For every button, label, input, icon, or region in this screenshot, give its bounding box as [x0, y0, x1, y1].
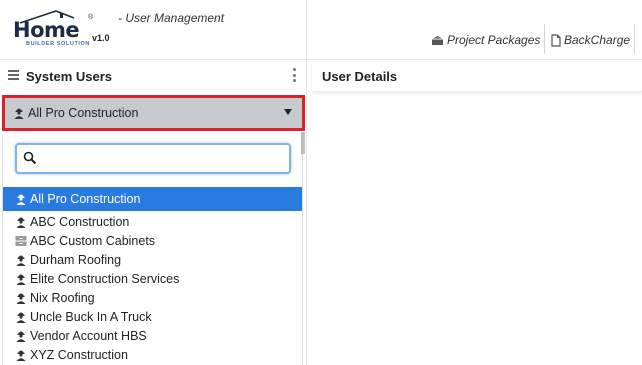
- panel-header: System Users: [0, 60, 307, 92]
- search-box: [15, 143, 291, 174]
- option-label: XYZ Construction: [30, 347, 128, 362]
- option-label: Elite Construction Services: [30, 271, 180, 286]
- logo-registered-mark: ®: [88, 14, 94, 21]
- option-label: ABC Construction: [30, 214, 130, 229]
- app-logo[interactable]: Home ® BUILDER SOLUTION v1.0: [12, 10, 112, 50]
- project-packages-link[interactable]: Project Packages: [431, 32, 540, 48]
- company-dropdown: All Pro Construction ABC Construction AB…: [2, 135, 303, 365]
- more-options-icon[interactable]: [292, 68, 296, 82]
- option-label: Vendor Account HBS: [30, 328, 147, 343]
- logo-wordmark: Home: [13, 18, 80, 42]
- user-details-panel: User Details: [312, 60, 642, 365]
- selected-company-label: All Pro Construction: [28, 106, 139, 120]
- hamburger-menu-icon[interactable]: [8, 70, 19, 80]
- user-icon: [15, 216, 27, 228]
- backcharge-label: BackCharge: [564, 33, 631, 47]
- package-icon: [431, 35, 444, 46]
- cabinet-icon: [15, 235, 27, 247]
- logo-tagline: BUILDER SOLUTION: [26, 41, 90, 47]
- user-icon: [15, 330, 27, 342]
- option-label: Nix Roofing: [30, 290, 95, 305]
- user-icon: [15, 292, 27, 304]
- company-option[interactable]: Elite Construction Services: [3, 269, 302, 288]
- company-option[interactable]: ABC Custom Cabinets: [3, 231, 302, 250]
- option-label: ABC Custom Cabinets: [30, 233, 156, 248]
- user-icon: [15, 349, 27, 361]
- search-icon: [23, 151, 37, 170]
- search-input[interactable]: [41, 148, 285, 169]
- system-users-panel: System Users All Pro Construction All Pr…: [0, 60, 307, 365]
- panel-header: User Details: [312, 60, 642, 92]
- app-version: v1.0: [92, 33, 110, 43]
- chevron-down-icon: [284, 109, 292, 115]
- scrollbar[interactable]: [301, 132, 305, 154]
- option-label: Durham Roofing: [30, 252, 122, 267]
- company-options-list: All Pro Construction ABC Construction AB…: [3, 187, 302, 364]
- company-option[interactable]: Vendor Account HBS: [3, 326, 302, 345]
- user-icon: [15, 193, 27, 205]
- page-subtitle: - User Management: [118, 11, 225, 25]
- company-option[interactable]: Uncle Buck In A Truck: [3, 307, 302, 326]
- header-divider: [306, 0, 307, 60]
- backcharge-link[interactable]: BackCharge: [551, 32, 630, 48]
- company-option[interactable]: Durham Roofing: [3, 250, 302, 269]
- document-icon: [551, 33, 561, 47]
- company-option[interactable]: All Pro Construction: [3, 187, 302, 211]
- company-select[interactable]: All Pro Construction: [2, 95, 305, 131]
- company-option[interactable]: XYZ Construction: [3, 345, 302, 364]
- panel-title: User Details: [322, 69, 398, 84]
- user-icon: [13, 107, 25, 119]
- user-icon: [15, 273, 27, 285]
- company-option[interactable]: Nix Roofing: [3, 288, 302, 307]
- panel-title: System Users: [26, 69, 112, 84]
- user-icon: [15, 254, 27, 266]
- header-link-separator: [634, 24, 635, 54]
- project-packages-label: Project Packages: [447, 33, 541, 47]
- user-icon: [15, 311, 27, 323]
- option-label: Uncle Buck In A Truck: [30, 309, 152, 324]
- option-label: All Pro Construction: [30, 192, 141, 206]
- company-option[interactable]: ABC Construction: [3, 212, 302, 231]
- header-link-separator: [544, 24, 545, 54]
- app-header: Home ® BUILDER SOLUTION v1.0 - User Mana…: [0, 0, 642, 60]
